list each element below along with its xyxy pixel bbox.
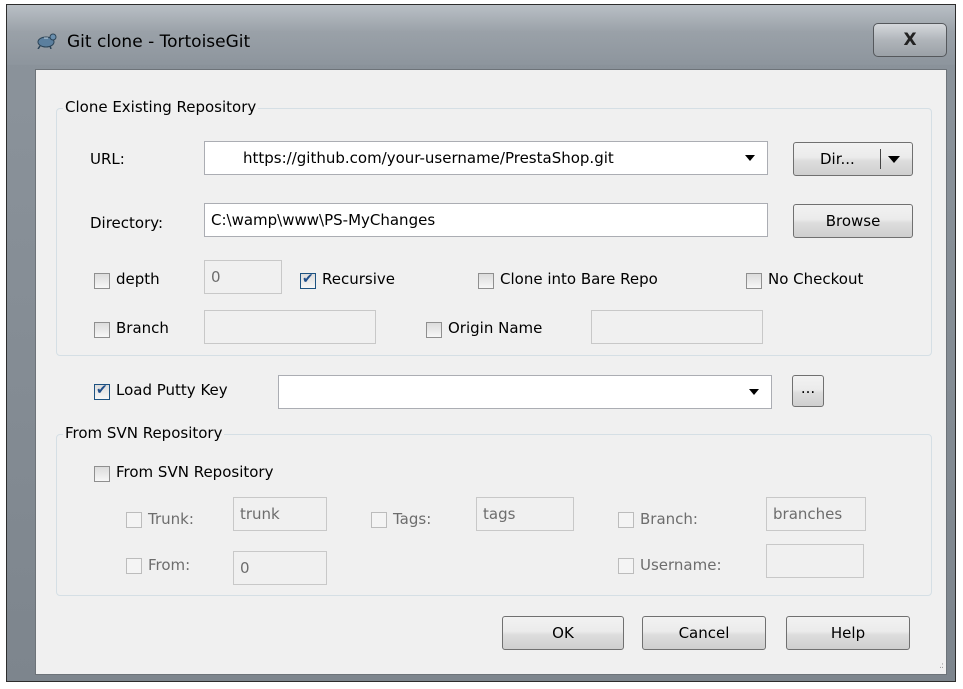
clone-into-bare-repo-checkbox[interactable] [478, 273, 494, 289]
trunk-value: trunk [240, 505, 280, 523]
help-button-label: Help [830, 624, 866, 642]
trunk-label[interactable]: Trunk: [148, 510, 194, 528]
origin-name-input[interactable] [591, 310, 763, 344]
ok-button[interactable]: OK [502, 616, 624, 650]
username-checkbox[interactable] [618, 558, 634, 574]
from-revision-checkbox[interactable] [126, 558, 142, 574]
url-value: https://github.com/your-username/PrestaS… [243, 149, 614, 167]
branch-label[interactable]: Branch [116, 319, 169, 337]
svn-branch-input[interactable]: branches [766, 497, 866, 531]
from-svn-repository-checkbox[interactable] [94, 466, 110, 482]
clone-into-bare-repo-label[interactable]: Clone into Bare Repo [500, 270, 658, 288]
load-putty-key-label[interactable]: Load Putty Key [116, 381, 228, 399]
tags-input[interactable]: tags [476, 497, 574, 531]
recursive-checkbox[interactable] [300, 271, 316, 289]
branch-input[interactable] [204, 310, 376, 344]
username-input[interactable] [766, 544, 864, 578]
directory-value: C:\wamp\www\PS-MyChanges [211, 211, 436, 229]
directory-input[interactable]: C:\wamp\www\PS-MyChanges [204, 203, 768, 237]
origin-name-checkbox[interactable] [426, 322, 442, 338]
directory-label: Directory: [90, 214, 164, 232]
branch-checkbox[interactable] [94, 322, 110, 338]
git-clone-dialog: Git clone - TortoiseGit X Clone Existing… [6, 4, 956, 682]
depth-label[interactable]: depth [116, 270, 160, 288]
putty-key-browse-button[interactable]: ... [792, 375, 824, 407]
cancel-button[interactable]: Cancel [642, 616, 766, 650]
putty-key-combobox[interactable] [278, 375, 772, 409]
depth-checkbox[interactable] [94, 273, 110, 289]
url-label: URL: [90, 150, 125, 168]
window-title: Git clone - TortoiseGit [67, 32, 251, 52]
tags-checkbox[interactable] [371, 512, 387, 528]
chevron-down-icon[interactable] [888, 156, 900, 163]
browse-label: Browse [825, 212, 881, 230]
no-checkout-checkbox[interactable] [746, 273, 762, 289]
load-putty-key-checkbox[interactable] [94, 382, 110, 400]
split-divider [880, 149, 881, 169]
svn-branch-value: branches [773, 505, 843, 523]
help-button[interactable]: Help [786, 616, 910, 650]
clone-group-legend: Clone Existing Repository [63, 98, 259, 116]
origin-name-label[interactable]: Origin Name [448, 319, 542, 337]
from-revision-label[interactable]: From: [148, 556, 190, 574]
cancel-button-label: Cancel [678, 624, 730, 642]
tags-label[interactable]: Tags: [393, 510, 431, 528]
svn-branch-label[interactable]: Branch: [640, 510, 698, 528]
dir-button-label[interactable]: Dir... [820, 150, 855, 168]
ellipsis-icon: ... [800, 379, 816, 397]
dir-split-button[interactable]: Dir... [793, 142, 913, 176]
from-svn-repository-label[interactable]: From SVN Repository [116, 463, 273, 481]
no-checkout-label[interactable]: No Checkout [768, 270, 863, 288]
svn-group-legend: From SVN Repository [63, 424, 225, 442]
putty-dropdown-arrow-icon[interactable] [749, 389, 759, 395]
depth-input[interactable]: 0 [204, 260, 282, 294]
recursive-label[interactable]: Recursive [322, 270, 395, 288]
url-dropdown-arrow-icon[interactable] [745, 155, 755, 161]
tortoisegit-icon [37, 33, 57, 49]
dialog-client-area: Clone Existing Repository URL: https://g… [35, 69, 947, 675]
username-label[interactable]: Username: [640, 556, 722, 574]
tags-value: tags [483, 505, 516, 523]
from-revision-input[interactable]: 0 [233, 551, 327, 585]
trunk-input[interactable]: trunk [233, 497, 327, 531]
resize-grip-icon[interactable]: .: [939, 661, 944, 671]
url-combobox[interactable]: https://github.com/your-username/PrestaS… [204, 141, 768, 175]
ok-button-label: OK [552, 624, 574, 642]
svn-branch-checkbox[interactable] [618, 512, 634, 528]
from-revision-value: 0 [240, 559, 250, 577]
title-bar[interactable]: Git clone - TortoiseGit X [7, 5, 955, 65]
depth-value: 0 [211, 268, 221, 286]
trunk-checkbox[interactable] [126, 512, 142, 528]
browse-directory-button[interactable]: Browse [793, 204, 913, 238]
close-icon: X [903, 30, 917, 50]
close-button[interactable]: X [873, 23, 947, 57]
